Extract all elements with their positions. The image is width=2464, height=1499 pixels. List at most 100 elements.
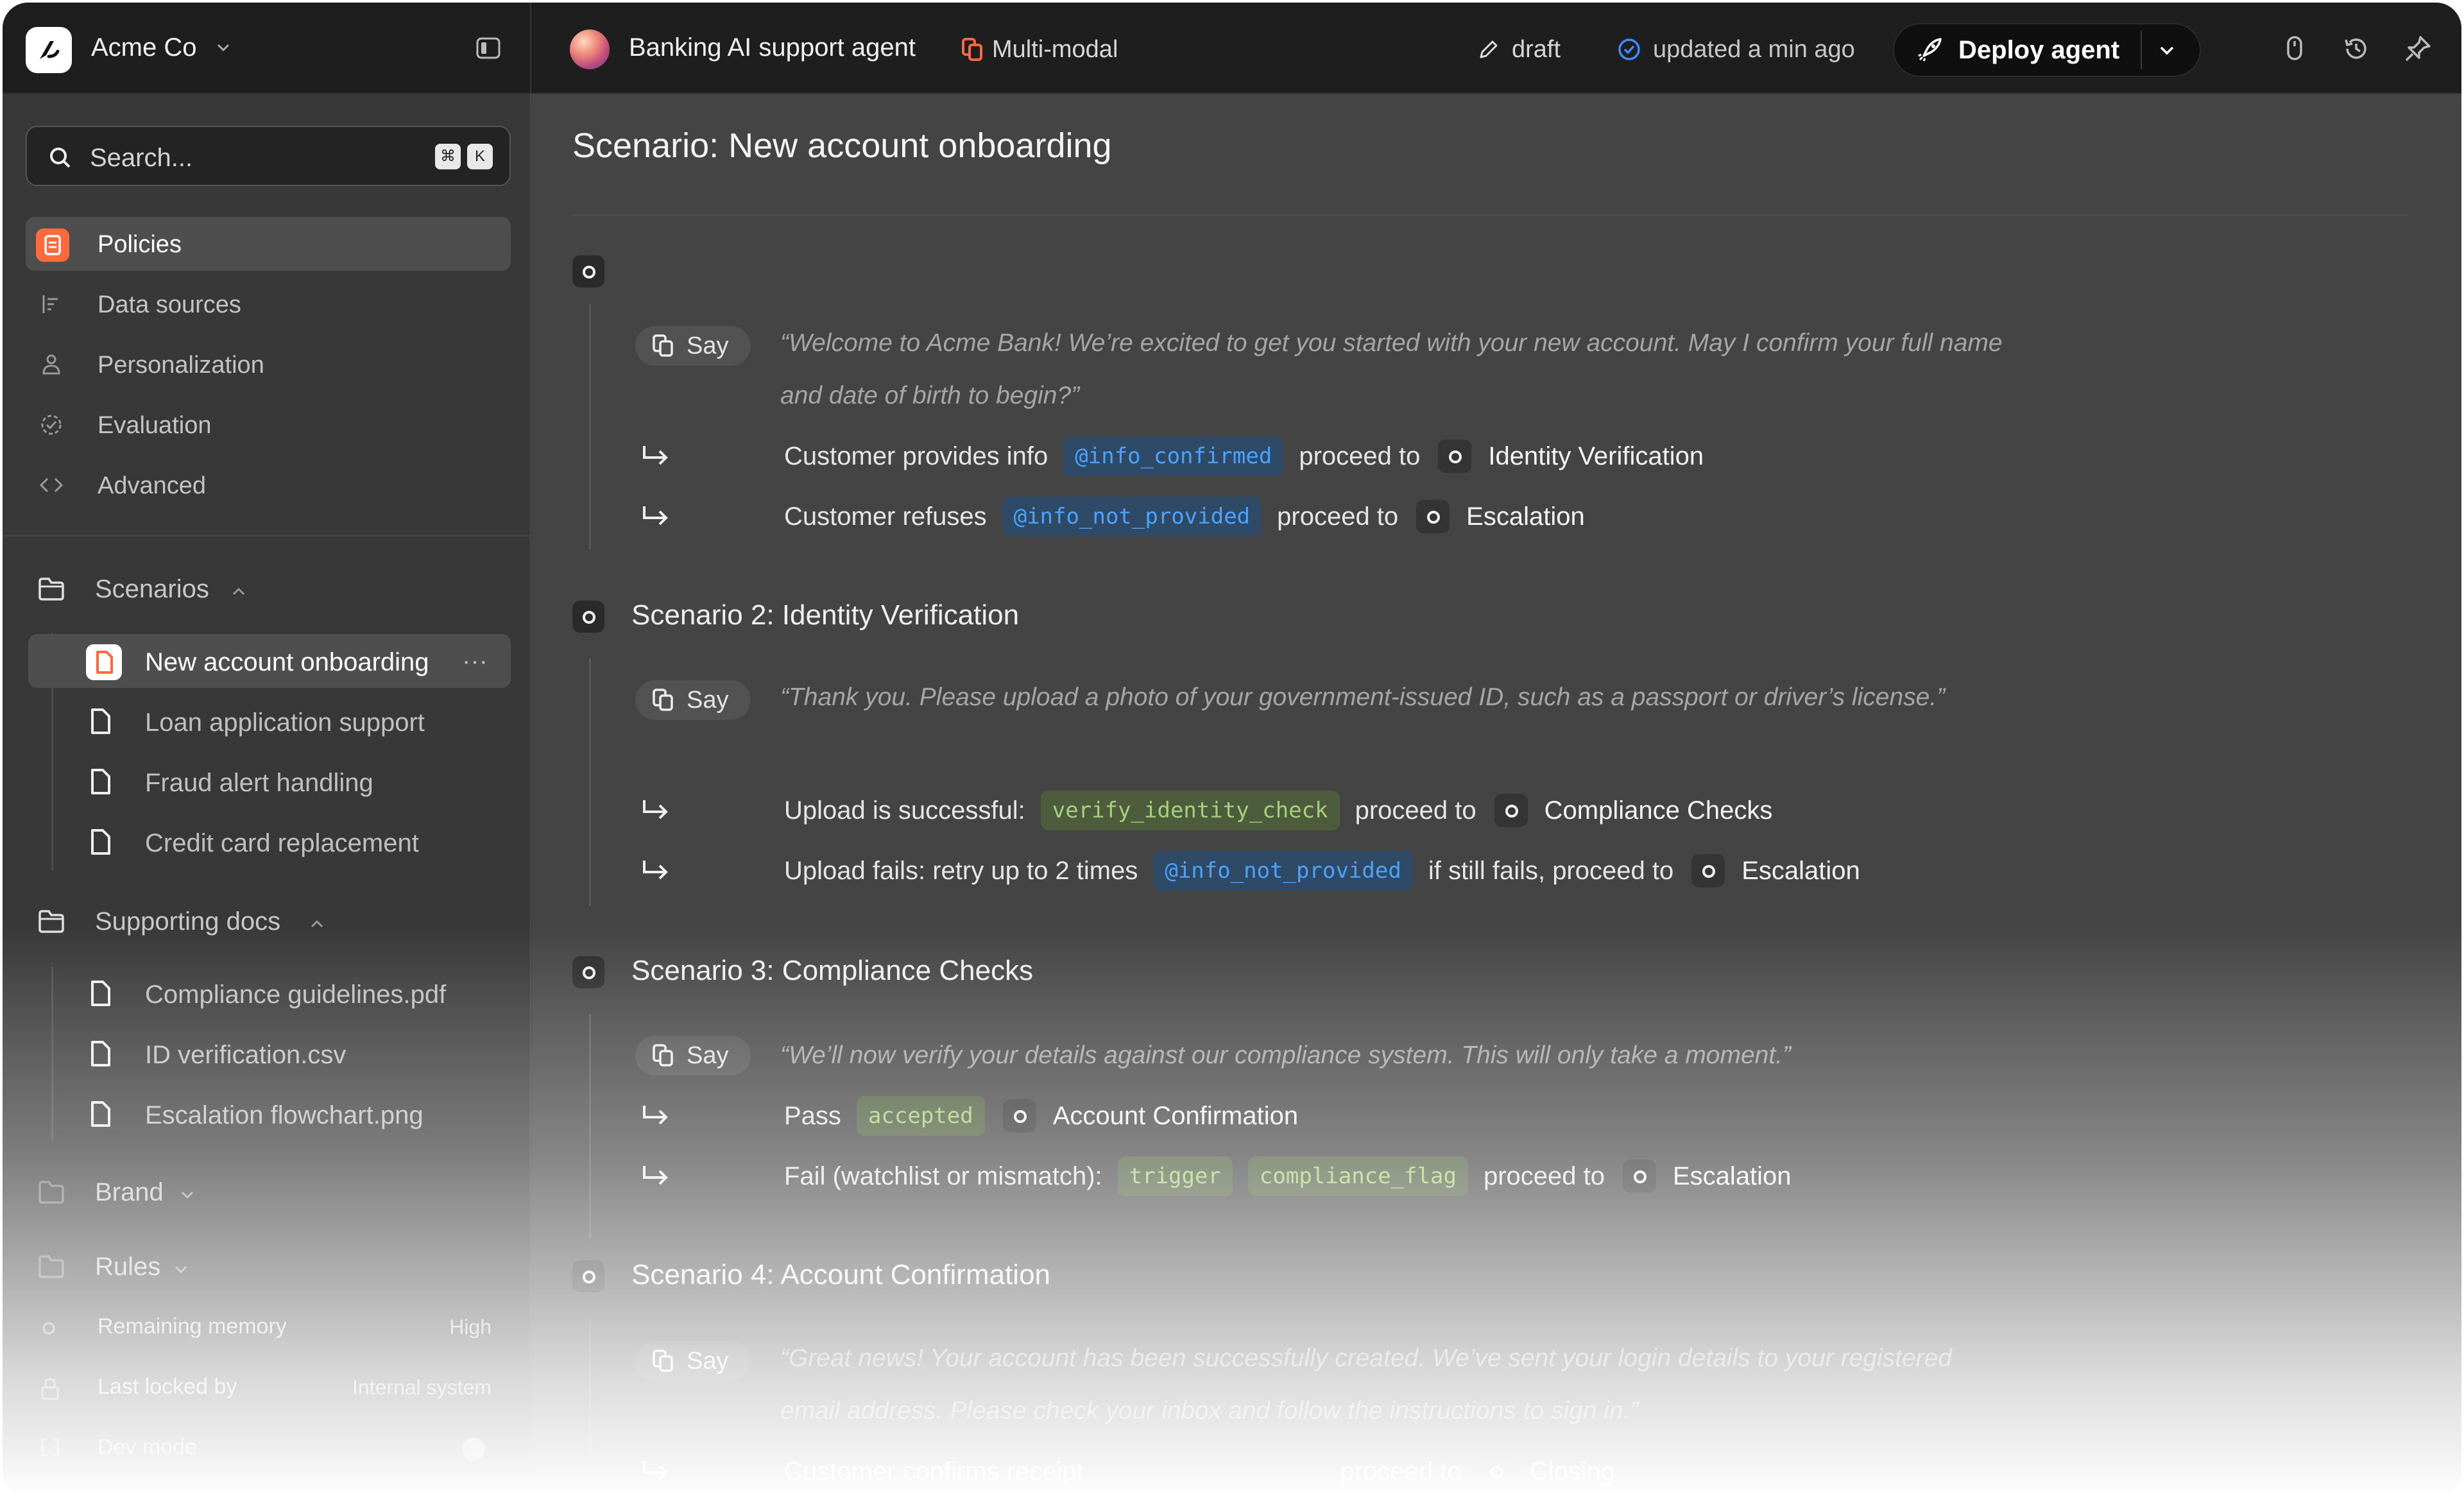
function-tag[interactable]: trigger [1117,1156,1233,1196]
pin-icon[interactable] [2404,35,2432,66]
scenario-item-new-account-onboarding[interactable]: New account onboarding ··· [28,634,511,688]
function-tag[interactable]: accepted [856,1096,985,1136]
variable-tag[interactable]: @info_not_provided [1002,497,1262,536]
branch-row[interactable]: Fail (watchlist or mismatch): trigger co… [635,1154,1792,1199]
branch-arrow-icon [643,1461,668,1480]
group-label: Rules [95,1253,161,1281]
scenario-item[interactable]: Credit card replacement [28,815,511,869]
evaluation-icon [41,415,62,435]
say-chip[interactable]: Say [635,326,751,366]
nav-item-evaluation[interactable]: Evaluation [26,398,511,452]
dev-mode-row[interactable]: Dev mode [26,1426,511,1471]
search-icon [50,148,71,168]
variable-tag[interactable]: @info_not_provided [1153,851,1413,891]
target-node-icon [1479,1455,1513,1488]
pointer-icon[interactable] [2282,35,2307,66]
acme-logo-icon[interactable] [26,27,72,73]
scenario-node-icon[interactable] [572,956,604,988]
scenario-title[interactable]: Scenario 2: Identity Verification [631,599,1019,631]
say-message[interactable]: “We’ll now verify your details against o… [780,1029,2019,1082]
sidebar-toggle-icon[interactable] [476,37,501,62]
nav-item-data-sources[interactable]: Data sources [26,277,511,331]
scenarios-group-header[interactable]: Scenarios [26,563,511,615]
main-content: Scenario: New account onboarding Say “We… [533,94,2461,1496]
sidebar: Search... ⌘ K Policies Data sources Pers… [3,94,531,1496]
branch-target-link[interactable]: Escalation [1673,1162,1792,1191]
branch-target-link[interactable]: Escalation [1466,502,1585,531]
doc-label: Escalation flowchart.png [145,1101,424,1129]
deploy-options-chevron-icon[interactable] [2156,40,2178,65]
search-placeholder: Search... [90,144,193,172]
org-name[interactable]: Acme Co [91,33,197,62]
last-locked-row: Last locked by Internal system [26,1366,511,1410]
branch-target-link[interactable]: Identity Verification [1488,442,1704,471]
branch-row[interactable]: Upload fails: retry up to 2 times @info_… [635,848,1860,893]
branch-row[interactable]: Customer confirms receipt proceed to Clo… [635,1449,1615,1494]
agent-avatar [570,30,610,69]
workspace-header: Acme Co [3,3,531,94]
branch-target-link[interactable]: Escalation [1741,857,1860,886]
branch-connector: proceed to [1340,1457,1462,1486]
search-input[interactable]: Search... ⌘ K [26,126,511,186]
branch-row[interactable]: Upload is successful: verify_identity_ch… [635,788,1772,833]
deploy-agent-button[interactable]: Deploy agent [1894,24,2141,76]
doc-item[interactable]: ID verification.csv [28,1027,511,1081]
branch-row[interactable]: Pass accepted Account Confirmation [635,1093,1298,1138]
meta-label: Last locked by [98,1375,237,1399]
status-label: draft [1512,35,1561,63]
rules-group-header[interactable]: Rules [26,1241,511,1292]
scenario-title[interactable]: Scenario 4: Account Confirmation [631,1259,1050,1291]
say-message[interactable]: “Thank you. Please upload a photo of you… [780,671,2019,724]
branch-target-link[interactable]: Compliance Checks [1544,796,1773,825]
scenario-item[interactable]: Loan application support [28,694,511,748]
app-window: Acme Co Banking AI support agent Multi-m… [3,3,2461,1496]
deploy-label: Deploy agent [1958,35,2120,64]
scenario-node-icon[interactable] [572,255,604,287]
agent-name[interactable]: Banking AI support agent [629,33,916,62]
branch-arrow-icon [643,506,668,526]
doc-item[interactable]: Escalation flowchart.png [28,1087,511,1141]
supporting-docs-group-header[interactable]: Supporting docs [26,896,511,947]
doc-item[interactable]: Compliance guidelines.pdf [28,966,511,1020]
document-icon [91,1101,110,1127]
say-message[interactable]: “Great news! Your account has been succe… [780,1332,2019,1437]
branch-condition: Pass [784,1101,841,1130]
more-options-icon[interactable]: ··· [462,647,488,676]
branch-condition: Fail (watchlist or mismatch): [784,1161,1102,1190]
page-title: Scenario: New account onboarding [572,126,1112,165]
branch-target-link[interactable]: Account Confirmation [1053,1102,1298,1131]
history-icon[interactable] [2342,35,2370,66]
policy-icon [36,228,69,262]
function-tag[interactable]: verify_identity_check [1040,791,1340,830]
scenario-label: Loan application support [145,708,425,737]
nav-label: Advanced [98,472,207,499]
document-icon [91,829,110,855]
dev-mode-toggle[interactable] [462,1437,485,1460]
copy-icon [653,689,673,711]
check-circle-icon [1618,39,1640,60]
branch-target-link[interactable]: Closing [1530,1457,1615,1486]
say-message[interactable]: “Welcome to Acme Bank! We’re excited to … [780,317,2019,422]
brand-group-header[interactable]: Brand [26,1167,511,1218]
scenario-node-icon[interactable] [572,601,604,633]
target-node-icon [1623,1160,1656,1193]
say-chip[interactable]: Say [635,680,751,720]
multi-modal-chip[interactable]: Multi-modal [961,31,1118,68]
chevron-down-icon[interactable] [214,39,232,60]
nav-item-personalization[interactable]: Personalization [26,338,511,391]
deploy-divider [2141,31,2142,69]
say-chip[interactable]: Say [635,1036,751,1075]
function-tag[interactable]: compliance_flag [1247,1156,1468,1196]
say-chip[interactable]: Say [635,1341,751,1381]
nav-item-policies[interactable]: Policies [26,217,511,271]
group-label: Supporting docs [95,907,281,936]
variable-tag[interactable]: @info_confirmed [1063,436,1284,476]
scenario-node-icon[interactable] [572,1260,604,1292]
multi-modal-icon [962,38,982,61]
nav-item-advanced[interactable]: Advanced [26,458,511,512]
scenario-connector-line [589,304,591,549]
scenario-title[interactable]: Scenario 3: Compliance Checks [631,955,1033,987]
scenario-item[interactable]: Fraud alert handling [28,755,511,809]
branch-row[interactable]: Customer refuses @info_not_provided proc… [635,494,1585,539]
branch-row[interactable]: Customer provides info @info_confirmed p… [635,434,1704,479]
